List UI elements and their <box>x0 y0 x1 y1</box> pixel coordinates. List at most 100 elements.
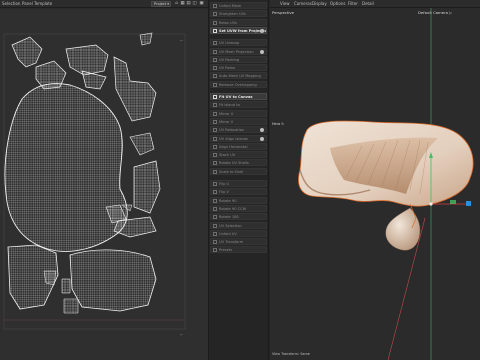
chevron-down-icon: ▾ <box>167 2 169 6</box>
tool-item-icon <box>213 20 217 25</box>
vp-menu-cameras[interactable]: Cameras <box>294 1 312 6</box>
snap-icon[interactable]: ◫ <box>192 1 197 7</box>
fit-icon[interactable]: ▣ <box>199 1 204 7</box>
uv-project-dropdown[interactable]: Project ▾ <box>151 1 171 7</box>
tool-item[interactable]: Mirror V <box>210 117 267 125</box>
tool-item-label: Flip U <box>219 182 230 186</box>
tool-item[interactable]: Unfold UV <box>210 229 267 237</box>
tool-item-icon <box>213 161 217 166</box>
uv-island[interactable] <box>63 298 79 314</box>
tool-item-icon <box>213 198 217 203</box>
tool-item-label: Scale to Shell <box>219 169 244 174</box>
tool-item[interactable]: Rotate 180 <box>210 213 267 221</box>
tool-options-icon[interactable] <box>260 128 264 133</box>
tool-item[interactable]: Flip V <box>210 188 267 196</box>
gizmo-center-icon[interactable] <box>429 202 433 206</box>
tool-item-icon <box>213 12 217 17</box>
uv-island[interactable] <box>129 132 155 156</box>
uv-island[interactable] <box>65 44 109 76</box>
tool-item-icon <box>213 4 217 8</box>
checker-icon[interactable]: ▤ <box>186 1 191 7</box>
tool-item[interactable]: Set UVW from Projection <box>210 26 267 34</box>
tool-item-icon <box>213 190 217 195</box>
tool-item[interactable]: Stack UV <box>210 151 267 159</box>
tool-item[interactable]: Rotate 90 <box>210 196 267 204</box>
tool-item-label: Rotate UV Shells <box>219 161 249 166</box>
tool-item-label: Rotate 90 <box>219 198 237 203</box>
tool-item-label: Unfold UV <box>219 231 237 236</box>
gizmo-z-handle-icon[interactable] <box>466 201 471 206</box>
vp-menu-display[interactable]: Display <box>312 1 327 6</box>
tool-options-icon[interactable] <box>260 136 264 141</box>
tool-item[interactable]: UV Unwrap <box>210 39 267 47</box>
uv-island[interactable] <box>113 56 157 122</box>
tool-item-icon <box>213 41 217 46</box>
uv-island-main[interactable] <box>4 83 128 252</box>
tool-options-icon[interactable] <box>260 49 264 54</box>
vp-menu-view[interactable]: View <box>280 1 290 6</box>
uv-menu-panel[interactable]: Panel <box>22 1 33 6</box>
tool-item[interactable]: Fit UV to Canvas <box>210 93 267 100</box>
tool-item-label: Fit Island to <box>219 103 240 108</box>
tool-item[interactable]: Rotate 90 CCW <box>210 204 267 212</box>
tool-item[interactable]: UV Align Islands <box>210 134 267 142</box>
uv-menubar: Selection Panel Template Project ▾ ⌂ ▦ ▤… <box>0 0 208 8</box>
tool-item[interactable]: UV Transform <box>210 238 267 246</box>
uv-island[interactable] <box>133 160 161 214</box>
tool-item[interactable]: Straighten UVs <box>210 10 267 18</box>
tool-item-label: Stack UV <box>219 153 236 158</box>
tool-item[interactable]: Flip U <box>210 180 267 187</box>
viewport-view-name: Perspective <box>272 10 294 15</box>
tool-item[interactable]: UV Selection <box>210 221 267 229</box>
uv-menu-selection[interactable]: Selection <box>2 1 20 6</box>
vp-menu-detail[interactable]: Detail <box>362 1 374 6</box>
tool-item-label: UV Selection <box>219 223 242 228</box>
uv-island[interactable] <box>11 36 43 68</box>
tool-item-label: Mirror U <box>219 111 234 116</box>
vp-menu-filter[interactable]: Filter <box>348 1 358 6</box>
uv-island[interactable] <box>139 32 153 46</box>
uv-islands[interactable]: ⌐ ⌐ <box>0 9 208 360</box>
tool-item[interactable]: Relax UVs <box>210 18 267 26</box>
vp-menu-options[interactable]: Options <box>330 1 345 6</box>
tool-item-icon <box>213 74 217 79</box>
uv-menu-template[interactable]: Template <box>34 1 52 6</box>
uv-island[interactable] <box>43 270 57 286</box>
tool-item[interactable]: UV Relaxation <box>210 126 267 134</box>
tool-item[interactable]: Align Horizontal <box>210 142 267 150</box>
tool-item[interactable]: Scale to Shell <box>210 167 267 175</box>
tool-item-label: UV Relaxation <box>219 128 245 133</box>
axis-label: Hera ↻ <box>272 122 285 126</box>
tool-item[interactable]: Rotate UV Shells <box>210 159 267 167</box>
tool-item[interactable]: UV Mesh Projection <box>210 47 267 55</box>
corner-marker-icon: ⌐ <box>180 332 183 337</box>
lock-icon[interactable]: ⌂ <box>174 1 179 7</box>
viewport-scene[interactable] <box>270 8 480 360</box>
tool-item[interactable]: Unfold Mesh <box>210 2 267 9</box>
uv-island[interactable] <box>81 70 107 90</box>
tool-item[interactable]: Presets <box>210 246 267 254</box>
tool-item-icon <box>213 136 217 141</box>
mushroom-stem[interactable] <box>385 207 421 251</box>
tool-item[interactable]: UV Relax <box>210 64 267 72</box>
tool-item[interactable]: Mirror U <box>210 109 267 117</box>
tool-item-icon <box>213 248 217 253</box>
view-transform-status: View Transform: Same <box>272 352 310 356</box>
tool-item[interactable]: Auto Mesh UV Mapping <box>210 72 267 80</box>
grid-icon[interactable]: ▦ <box>180 1 185 7</box>
tool-item[interactable]: Fit Island to <box>210 101 267 109</box>
camera-label[interactable]: Default Camera ▷ <box>418 10 452 15</box>
tool-item-icon <box>213 144 217 149</box>
uv-island[interactable] <box>61 278 71 294</box>
tool-item-label: Unfold Mesh <box>219 4 242 8</box>
gizmo-plane-handle-icon[interactable] <box>450 200 456 204</box>
tool-item[interactable]: UV Packing <box>210 55 267 63</box>
tool-item[interactable]: Remove Overlapping <box>210 80 267 88</box>
tool-options-icon[interactable] <box>260 28 264 33</box>
tool-item-icon <box>213 49 217 54</box>
uv-island[interactable] <box>69 249 157 312</box>
tool-item-icon <box>213 95 217 99</box>
tool-item-icon <box>213 103 217 108</box>
tool-item-icon <box>213 66 217 71</box>
tool-item-label: UV Unwrap <box>219 41 240 46</box>
